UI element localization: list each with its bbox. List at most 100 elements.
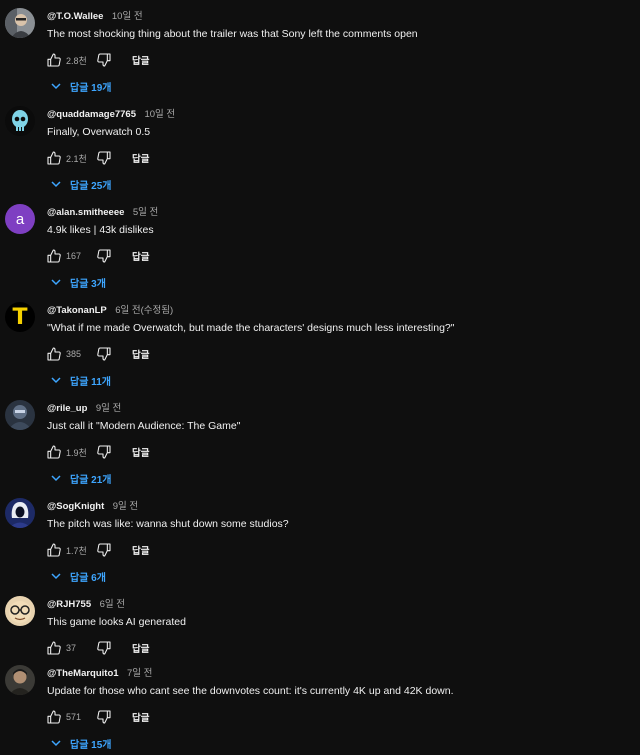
- comment-author[interactable]: @TheMarquito1: [47, 668, 119, 679]
- comment-author[interactable]: @RJH755: [47, 599, 91, 610]
- comment-author[interactable]: @alan.smitheeee: [47, 207, 124, 218]
- comment-actions: 2.1천 답글: [46, 150, 149, 166]
- comment-time[interactable]: 7일 전: [127, 668, 152, 679]
- avatar[interactable]: [5, 106, 35, 136]
- thumbs-down-icon[interactable]: [96, 150, 112, 166]
- avatar[interactable]: [5, 498, 35, 528]
- comment-meta: @quaddamage7765 10일 전: [47, 106, 175, 120]
- reply-button[interactable]: 답글: [132, 249, 149, 263]
- thumbs-down-icon[interactable]: [96, 542, 112, 558]
- view-replies-button[interactable]: 답글 19개: [50, 78, 112, 94]
- comment-text: "What if me made Overwatch, but made the…: [47, 322, 455, 334]
- like-count: 1.7천: [66, 545, 87, 556]
- thumbs-down-icon[interactable]: [96, 52, 112, 68]
- replies-count: 답글 21개: [70, 474, 112, 486]
- comment-time[interactable]: 10일 전: [144, 109, 175, 120]
- comment-actions: 167 답글: [46, 248, 149, 264]
- comment-actions: 1.7천 답글: [46, 542, 149, 558]
- comment-text: The most shocking thing about the traile…: [47, 28, 418, 40]
- comment-actions: 37 답글: [46, 640, 149, 656]
- thumbs-down-icon[interactable]: [96, 709, 112, 725]
- comment-time[interactable]: 9일 전: [113, 501, 138, 512]
- avatar-letter: a: [15, 210, 25, 228]
- like-count: 385: [66, 349, 82, 359]
- portrait-avatar-icon: [5, 665, 35, 695]
- hooded-avatar-icon: [5, 498, 35, 528]
- comment-actions: 2.8천 답글: [46, 52, 149, 68]
- avatar[interactable]: [5, 8, 35, 38]
- comment-time[interactable]: 6일 전(수정됨): [115, 305, 173, 316]
- like-count: 2.8천: [66, 55, 87, 66]
- comment-time[interactable]: 9일 전: [96, 403, 121, 414]
- thumbs-down-icon[interactable]: [96, 444, 112, 460]
- thumbs-up-icon[interactable]: [46, 52, 62, 68]
- comment-text: 4.9k likes | 43k dislikes: [47, 224, 154, 236]
- comment-time[interactable]: 6일 전: [100, 599, 125, 610]
- chevron-down-icon: [51, 181, 61, 188]
- replies-count: 답글 3개: [70, 278, 106, 290]
- avatar[interactable]: [5, 596, 35, 626]
- like-count: 167: [66, 251, 82, 261]
- thumbs-up-icon[interactable]: [46, 542, 62, 558]
- comment-author[interactable]: @SogKnight: [47, 501, 104, 512]
- view-replies-button[interactable]: 답글 3개: [50, 274, 106, 290]
- avatar-letter: T: [12, 304, 28, 330]
- reply-button[interactable]: 답글: [132, 347, 149, 361]
- portrait-avatar-icon: [5, 8, 35, 38]
- comment-text: Just call it "Modern Audience: The Game": [47, 420, 241, 432]
- thumbs-up-icon[interactable]: [46, 346, 62, 362]
- thumbs-up-icon[interactable]: [46, 444, 62, 460]
- comment-actions: 1.9천 답글: [46, 444, 149, 460]
- comment-time[interactable]: 5일 전: [133, 207, 158, 218]
- thumbs-up-icon[interactable]: [46, 640, 62, 656]
- comment-text: This game looks AI generated: [47, 616, 186, 628]
- comment-meta: @TakonanLP 6일 전(수정됨): [47, 302, 173, 316]
- like-count: 2.1천: [66, 153, 87, 164]
- thumbs-down-icon[interactable]: [96, 248, 112, 264]
- comment-meta: @TheMarquito1 7일 전: [47, 665, 152, 679]
- comment-author[interactable]: @quaddamage7765: [47, 109, 136, 120]
- comment-meta: @RJH755 6일 전: [47, 596, 125, 610]
- comment-text: Finally, Overwatch 0.5: [47, 126, 151, 138]
- glasses-face-avatar-icon: [5, 596, 35, 626]
- chevron-down-icon: [51, 475, 61, 482]
- view-replies-button[interactable]: 답글 21개: [50, 470, 112, 486]
- chevron-down-icon: [51, 573, 61, 580]
- like-count: 571: [66, 712, 82, 722]
- avatar[interactable]: [5, 400, 35, 430]
- thumbs-up-icon[interactable]: [46, 248, 62, 264]
- comment-time[interactable]: 10일 전: [112, 11, 143, 22]
- chevron-down-icon: [51, 377, 61, 384]
- avatar[interactable]: a: [5, 204, 35, 234]
- reply-button[interactable]: 답글: [132, 53, 149, 67]
- reply-button[interactable]: 답글: [132, 543, 149, 557]
- comment-author[interactable]: @T.O.Wallee: [47, 11, 103, 22]
- comment-actions: 385 답글: [46, 346, 149, 362]
- thumbs-down-icon[interactable]: [96, 640, 112, 656]
- view-replies-button[interactable]: 답글 6개: [50, 568, 106, 584]
- reply-button[interactable]: 답글: [132, 151, 149, 165]
- view-replies-button[interactable]: 답글 11개: [50, 372, 111, 388]
- comment-author[interactable]: @rile_up: [47, 403, 87, 414]
- reply-button[interactable]: 답글: [132, 445, 149, 459]
- comment-author[interactable]: @TakonanLP: [47, 305, 107, 316]
- reply-button[interactable]: 답글: [132, 641, 149, 655]
- comment-meta: @alan.smitheeee 5일 전: [47, 204, 158, 218]
- replies-count: 답글 11개: [70, 376, 111, 388]
- thumbs-down-icon[interactable]: [96, 346, 112, 362]
- thumbs-up-icon[interactable]: [46, 709, 62, 725]
- avatar[interactable]: T: [5, 302, 35, 332]
- view-replies-button[interactable]: 답글 15개: [50, 735, 112, 751]
- replies-count: 답글 6개: [70, 572, 106, 584]
- character-avatar-icon: [5, 400, 35, 430]
- comment-actions: 571 답글: [46, 709, 149, 725]
- chevron-down-icon: [51, 740, 61, 747]
- chevron-down-icon: [51, 279, 61, 286]
- reply-button[interactable]: 답글: [132, 710, 149, 724]
- comment-text: The pitch was like: wanna shut down some…: [47, 518, 289, 530]
- comment-meta: @T.O.Wallee 10일 전: [47, 8, 143, 22]
- avatar[interactable]: [5, 665, 35, 695]
- thumbs-up-icon[interactable]: [46, 150, 62, 166]
- comment-meta: @rile_up 9일 전: [47, 400, 121, 414]
- view-replies-button[interactable]: 답글 25개: [50, 176, 112, 192]
